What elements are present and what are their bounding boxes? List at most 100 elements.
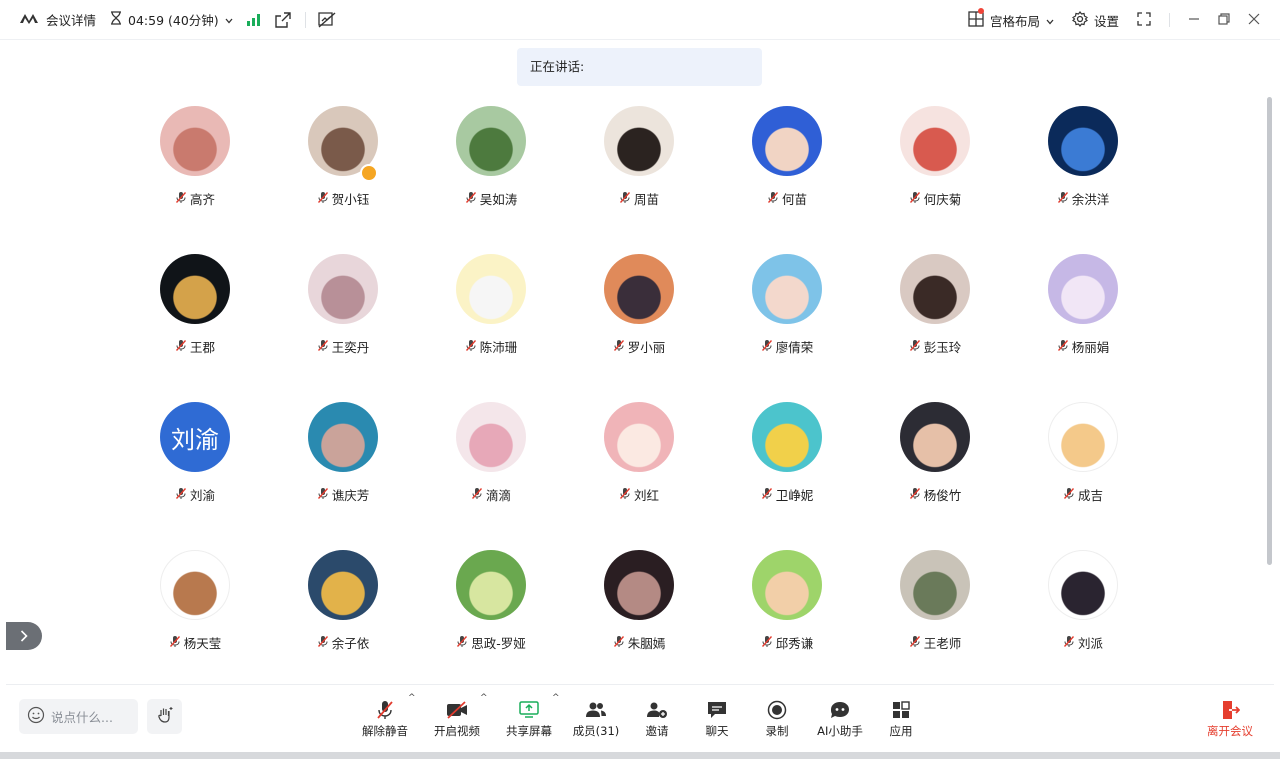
participant-tile[interactable]: 杨天莹 [121,544,269,692]
layout-switch-button[interactable]: 宫格布局 [968,7,1054,30]
side-panel-toggle[interactable] [6,622,42,650]
avatar[interactable] [160,106,230,176]
minimize-icon[interactable] [1188,11,1200,29]
start-video-button[interactable]: 开启视频 [433,699,481,739]
participant-tile[interactable]: 杨丽娟 [1009,248,1157,396]
avatar[interactable] [752,254,822,324]
mic-muted-icon [375,699,395,721]
participant-tile[interactable]: 贺小钰 [269,100,417,248]
avatar[interactable] [752,106,822,176]
participant-tile[interactable]: 刘红 [565,396,713,544]
popout-icon[interactable] [274,11,291,28]
mic-muted-icon [619,487,631,503]
meeting-details-button[interactable]: 会议详情 [20,10,96,29]
share-screen-icon [519,699,539,721]
participant-tile[interactable]: 刘派 [1009,544,1157,692]
avatar[interactable] [752,402,822,472]
participant-tile[interactable]: 朱胭嫣 [565,544,713,692]
avatar[interactable] [456,402,526,472]
avatar[interactable] [308,402,378,472]
avatar[interactable] [308,254,378,324]
avatar[interactable]: 刘渝 [160,402,230,472]
members-button[interactable]: 成员(31) [572,699,620,739]
avatar[interactable] [456,254,526,324]
scrollbar[interactable] [1267,97,1272,565]
participant-tile[interactable]: 杨俊竹 [861,396,1009,544]
participant-name: 高齐 [189,192,215,207]
participant-tile[interactable]: 刘渝 刘渝 [121,396,269,544]
participant-tile[interactable]: 卫峥妮 [713,396,861,544]
settings-button[interactable]: 设置 [1072,10,1119,30]
video-options-chevron-icon[interactable]: ^ [480,693,488,703]
participant-tile[interactable]: 余子依 [269,544,417,692]
avatar[interactable] [900,254,970,324]
quick-chat-input[interactable]: 说点什么... [19,699,138,734]
apps-button[interactable]: 应用 [877,699,925,739]
participant-tile[interactable]: 廖倩荣 [713,248,861,396]
avatar[interactable] [1048,254,1118,324]
participant-tile[interactable]: 吴如涛 [417,100,565,248]
avatar[interactable] [752,550,822,620]
participant-tile[interactable]: 成吉 [1009,396,1157,544]
avatar[interactable] [160,550,230,620]
chat-button[interactable]: 聊天 [693,699,741,739]
participant-name: 何庆菊 [923,192,962,207]
avatar[interactable] [160,254,230,324]
participant-tile[interactable]: 余洪洋 [1009,100,1157,248]
avatar[interactable] [604,254,674,324]
participant-name: 周苗 [633,192,659,207]
participant-tile[interactable]: 彭玉玲 [861,248,1009,396]
avatar[interactable] [900,106,970,176]
mic-muted-icon [317,339,329,355]
share-screen-button[interactable]: 共享屏幕 [505,699,553,739]
participant-tile[interactable]: 谯庆芳 [269,396,417,544]
mic-muted-icon [175,191,187,207]
avatar[interactable] [456,106,526,176]
avatar[interactable] [604,550,674,620]
record-button[interactable]: 录制 [753,699,801,739]
mic-muted-icon [456,635,468,651]
avatar[interactable] [1048,402,1118,472]
avatar[interactable] [604,402,674,472]
emoji-icon[interactable] [27,706,45,727]
leave-meeting-button[interactable]: 离开会议 [1202,699,1258,739]
ai-assistant-button[interactable]: AI小助手 [812,699,868,739]
participant-tile[interactable]: 王奕丹 [269,248,417,396]
participant-tile[interactable]: 何庆菊 [861,100,1009,248]
mic-muted-icon [175,487,187,503]
share-options-chevron-icon[interactable]: ^ [552,693,560,703]
participant-tile[interactable]: 王老师 [861,544,1009,692]
participant-tile[interactable]: 何苗 [713,100,861,248]
unmute-button[interactable]: 解除静音 [361,699,409,739]
gear-icon [1072,10,1088,30]
mic-muted-icon [317,487,329,503]
avatar[interactable] [1048,550,1118,620]
participant-tile[interactable]: 陈沛珊 [417,248,565,396]
participant-tile[interactable]: 思政-罗娅 [417,544,565,692]
avatar[interactable] [456,550,526,620]
invite-button[interactable]: 邀请 [633,699,681,739]
participant-tile[interactable]: 周苗 [565,100,713,248]
layout-label: 宫格布局 [989,13,1040,29]
participant-name-row: 杨丽娟 [1009,337,1157,356]
audio-options-chevron-icon[interactable]: ^ [408,693,416,703]
fullscreen-icon[interactable] [1137,11,1151,29]
raise-hand-button[interactable] [147,699,182,734]
participant-tile[interactable]: 邱秀谦 [713,544,861,692]
avatar[interactable] [900,550,970,620]
participant-tile[interactable]: 高齐 [121,100,269,248]
avatar[interactable] [1048,106,1118,176]
meeting-timer[interactable]: 04:59 (40分钟) [110,10,233,29]
participant-tile[interactable]: 王郡 [121,248,269,396]
close-icon[interactable] [1248,11,1260,29]
participant-name: 彭玉玲 [923,340,962,355]
network-off-icon[interactable] [318,11,336,28]
participant-tile[interactable]: 滴滴 [417,396,565,544]
restore-icon[interactable] [1218,11,1230,29]
participant-tile[interactable]: 罗小丽 [565,248,713,396]
avatar[interactable] [604,106,674,176]
participant-name: 廖倩荣 [775,340,814,355]
signal-strength-icon[interactable] [246,13,261,26]
avatar[interactable] [900,402,970,472]
avatar[interactable] [308,550,378,620]
